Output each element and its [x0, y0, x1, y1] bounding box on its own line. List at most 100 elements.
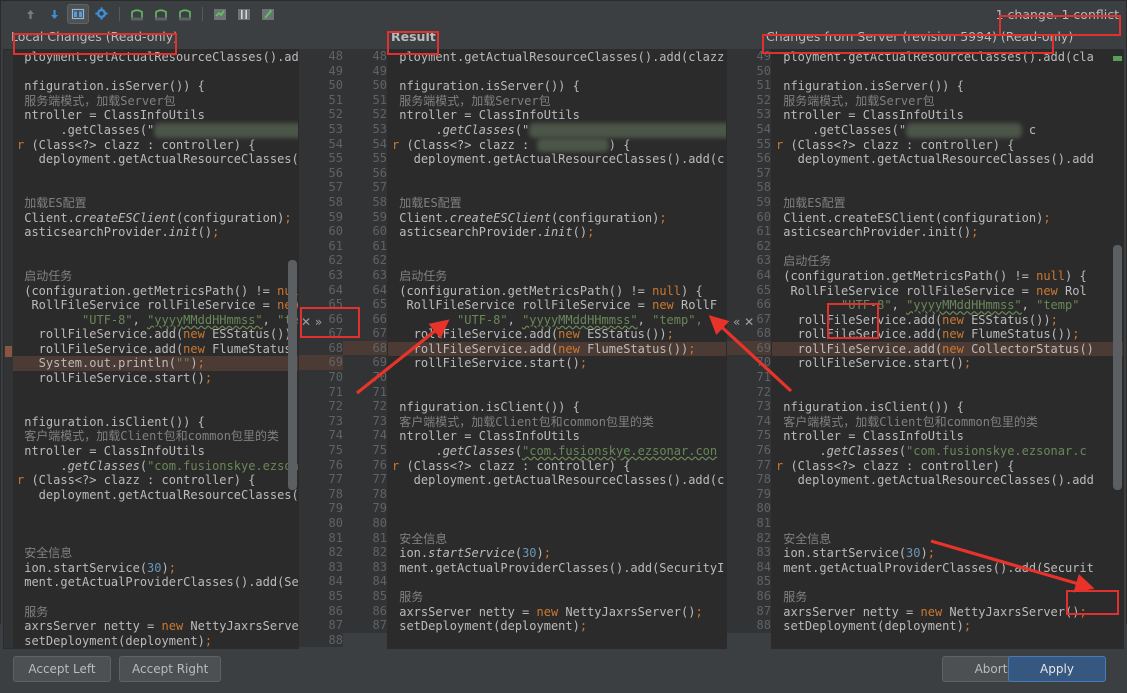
line-number: 69 — [299, 355, 343, 371]
line-number: 49 — [756, 49, 771, 63]
code-line: rollFileService.add(new ESStatus()); — [392, 327, 674, 342]
line-number: 76 — [328, 457, 343, 472]
right-code-content[interactable]: ployment.getActualResourceClasses().add(… — [772, 50, 1123, 649]
highlight-mode-icon[interactable] — [257, 4, 279, 24]
code-line: 启动任务 — [776, 254, 832, 269]
line-number: 50 — [756, 63, 771, 78]
code-line: deployment.getActualResourceClasses().ad… — [392, 152, 725, 167]
code-line: nfiguration.isServer()) { — [392, 79, 580, 94]
left-editor-pane[interactable]: ployment.getActualResourceClasses().add(… — [3, 49, 299, 650]
line-number: 58 — [372, 194, 387, 209]
line-number: 52 — [756, 92, 771, 107]
right-editor-pane[interactable]: ployment.getActualResourceClasses().add(… — [771, 49, 1124, 650]
magic-resolve-icon[interactable] — [209, 4, 231, 24]
left-line-numbers: 48 49 50 51 52 53 54 55 56 57 58 59 60 61 62 63 64 65 66 67… — [299, 49, 349, 648]
line-number: 50 — [328, 78, 343, 93]
conflict-action-left[interactable]: ✕ » — [301, 315, 322, 330]
line-number: 55 — [328, 151, 343, 166]
line-number: 79 — [756, 486, 771, 501]
code-line: Client.createESClient(configuration); — [392, 210, 667, 225]
code-line: ion.startService(30); — [17, 560, 176, 575]
left-scrollbar-thumb[interactable] — [288, 260, 297, 490]
ignore-whitespace-icon[interactable] — [233, 4, 255, 24]
line-number: 80 — [372, 516, 387, 530]
code-line: nfiguration.isClient()) { — [776, 400, 964, 415]
line-number: 87 — [756, 603, 771, 618]
line-number: 48 — [328, 49, 343, 63]
code-line: .getClasses("com.fusionskye.ezsonar. — [13, 122, 298, 138]
code-line: (configuration.getMetricsPath() != null)… — [17, 283, 298, 298]
code-line: .getClasses("com.fusionskye.ezsonar.comm… — [388, 122, 726, 138]
line-number: 71 — [328, 384, 343, 399]
line-number: 88 — [328, 632, 343, 647]
line-number: 53 — [756, 107, 771, 122]
left-scrollbar[interactable] — [288, 50, 297, 648]
line-number: 66 — [372, 311, 387, 326]
code-line: 服务端模式，加载Server包 — [776, 93, 935, 108]
line-number: 79 — [328, 501, 343, 516]
code-line: RollFileService rollFileService = new Ro… — [776, 283, 1087, 298]
line-number: 49 — [372, 63, 387, 78]
apply-non-conflicting-left-icon[interactable] — [150, 4, 172, 24]
settings-gear-icon[interactable] — [91, 4, 113, 24]
code-line: ion.startService(30); — [392, 546, 551, 561]
line-number: 59 — [328, 209, 343, 224]
code-line: 客户端模式，加载Client包和common包里的类 — [17, 429, 279, 444]
previous-difference-icon[interactable] — [19, 4, 41, 24]
line-number: 51 — [372, 92, 387, 107]
line-number: 62 — [328, 253, 343, 268]
compare-side-by-side-icon[interactable] — [67, 4, 89, 24]
line-number: 52 — [328, 107, 343, 122]
accept-right-button[interactable]: Accept Right — [119, 656, 222, 683]
line-number: 76 — [372, 457, 387, 472]
conflict-action-right[interactable]: « ✕ — [733, 315, 754, 330]
line-number: 73 — [328, 413, 343, 428]
code-line: "UTF-8", "yyyyMMddHHmmss", "temp", — [457, 312, 703, 327]
middle-code-content[interactable]: ployment.getActualResourceClasses().add(… — [388, 50, 726, 649]
line-number: 54 — [756, 121, 771, 136]
apply-non-conflicting-both-icon[interactable] — [126, 4, 148, 24]
line-number: 83 — [756, 545, 771, 560]
line-number: 74 — [372, 428, 387, 443]
code-line: nfiguration.isServer()) { — [17, 79, 205, 94]
accept-left-button[interactable]: Accept Left — [13, 656, 111, 683]
middle-editor-pane[interactable]: ployment.getActualResourceClasses().add(… — [387, 49, 727, 650]
line-number: 55 — [756, 136, 771, 151]
apply-non-conflicting-right-icon[interactable] — [174, 4, 196, 24]
line-number: 61 — [372, 238, 387, 253]
left-code-content[interactable]: ployment.getActualResourceClasses().add(… — [13, 50, 298, 649]
line-number: 67 — [372, 326, 387, 341]
code-line: ntroller = ClassInfoUtils — [776, 108, 964, 123]
line-number: 55 — [372, 151, 387, 166]
right-scrollbar[interactable] — [1113, 50, 1122, 648]
left-change-marker — [5, 346, 12, 357]
right-scrollbar-thumb[interactable] — [1113, 245, 1122, 490]
middle-line-number-gutter: 48 49 50 51 52 53 54 55 56 57 58 59 60 61 62 63 64 65 66 67… — [343, 49, 393, 650]
apply-button[interactable]: Apply — [1008, 656, 1106, 683]
code-line: r (Class<?> clazz : controller) { — [17, 137, 256, 152]
code-line: deployment.getActualResourceClasses().ad… — [776, 152, 1094, 167]
code-line: rollFileService.add(new ESStatus()); — [776, 312, 1058, 327]
line-number: 60 — [328, 224, 343, 239]
code-line: 服务 — [392, 589, 424, 604]
line-number: 56 — [372, 165, 387, 180]
code-line: asticsearchProvider.init(); — [392, 225, 595, 240]
right-change-marker-green — [1113, 56, 1122, 61]
next-difference-icon[interactable] — [43, 4, 65, 24]
code-line: ment.getActualProviderClasses().add(Secu… — [776, 560, 1094, 575]
code-line: nfiguration.isServer()) { — [776, 79, 964, 94]
line-number: 88 — [756, 618, 771, 633]
line-number: 62 — [372, 253, 387, 268]
code-line: RollFileService rollFileService = new Ro… — [17, 298, 298, 313]
code-line: deployment.getActualResourceClasses().ad… — [38, 152, 298, 167]
line-number: 80 — [328, 516, 343, 530]
